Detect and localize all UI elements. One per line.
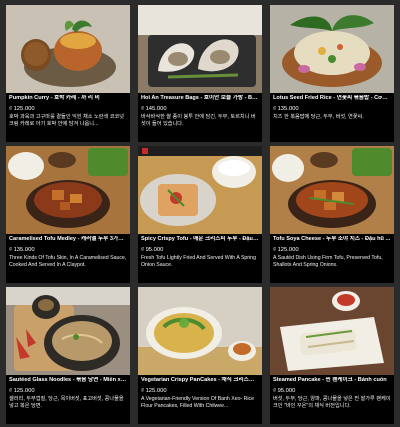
dish-photo[interactable] — [6, 146, 130, 234]
dish-name[interactable]: Tofu Soya Cheese - 두부 소야 치즈 - Đậu hũ ... — [273, 236, 391, 243]
dish-description: 호박 과육과 고구마를 곁들인 익힌 채소 노란색 코코넛 크림 카레로 아기 … — [9, 114, 125, 127]
menu-item-card[interactable]: Spicy Crispy Tofu - 매운 크리스피 두부 - Đậu ...… — [138, 146, 262, 283]
dish-photo[interactable] — [138, 5, 262, 93]
dish-name[interactable]: Sautéed Glass Noodles - 볶음 당면 - Miến xào… — [9, 377, 127, 384]
dish-name[interactable]: Hoi An Treasure Bags - 호이안 보물 가방 - Bao..… — [141, 95, 259, 102]
menu-item-card[interactable]: Tofu Soya Cheese - 두부 소야 치즈 - Đậu hũ ...… — [270, 146, 394, 283]
dish-price: ₫ 125.000 — [273, 247, 299, 253]
dish-price: ₫ 135.000 — [9, 247, 35, 253]
menu-item-card[interactable]: Steamed Pancake - 찐 팬케이크 - Bánh cuốn ₫ 9… — [270, 287, 394, 424]
dish-name[interactable]: Vegetarian Crispy PanCakes - 채식 크리스피 ... — [141, 377, 259, 384]
dish-photo[interactable] — [270, 146, 394, 234]
dish-price: ₫ 145.000 — [141, 106, 167, 112]
dish-photo[interactable] — [6, 287, 130, 375]
dish-price: ₫ 135.000 — [273, 106, 299, 112]
dish-name[interactable]: Caramelised Tofu Medley - 캐러멜 두부 3가지 - .… — [9, 236, 127, 243]
menu-item-card[interactable]: Lotus Seed Fried Rice - 연꽃씨 볶음밥 - Cơm ch… — [270, 5, 394, 142]
dish-description: A Vegetarian-Friendly Version Of Banh Xe… — [141, 396, 255, 409]
dish-description: 바삭바삭한 쌀 종이 봉투 안에 담긴, 두부, 토르치니 버섯이 들어 있습니… — [141, 114, 256, 127]
menu-item-card[interactable]: Vegetarian Crispy PanCakes - 채식 크리스피 ...… — [138, 287, 262, 424]
dish-price: ₫ 95.000 — [141, 247, 164, 253]
dish-name[interactable]: Spicy Crispy Tofu - 매운 크리스피 두부 - Đậu ... — [141, 236, 259, 243]
menu-item-card[interactable]: Sautéed Glass Noodles - 볶음 당면 - Miến xào… — [6, 287, 130, 424]
dish-price: ₫ 95.000 — [273, 388, 296, 394]
dish-name[interactable]: Steamed Pancake - 찐 팬케이크 - Bánh cuốn — [273, 377, 391, 384]
menu-item-card[interactable]: Hoi An Treasure Bags - 호이안 보물 가방 - Bao..… — [138, 5, 262, 142]
dish-description: 치즈 한 볶음밥에 당근, 두부, 버섯, 연꽃씨. — [273, 114, 364, 120]
dish-price: ₫ 125.000 — [141, 388, 167, 394]
dish-photo[interactable] — [270, 287, 394, 375]
dish-description: Three Kinds Of Tofu Skin, In A Caramelis… — [9, 255, 127, 268]
dish-photo[interactable] — [138, 287, 262, 375]
dish-photo[interactable] — [6, 5, 130, 93]
menu-item-card[interactable]: Caramelised Tofu Medley - 캐러멜 두부 3가지 - .… — [6, 146, 130, 283]
dish-description: Fresh Tofu Lightly Fried And Served With… — [141, 255, 256, 268]
dish-description: 버섯, 두부, 당근, 양파, 콩나물을 넣은 찐 쌀가루 팬케이크인 "바인 … — [273, 396, 391, 409]
menu-grid: Pumpkin Curry - 호박 카레 - 까 리 비 ₫ 125.000 … — [0, 0, 400, 427]
dish-photo[interactable] — [270, 5, 394, 93]
dish-photo[interactable] — [138, 146, 262, 234]
dish-description: A Sautéd Dish Using Firm Tofu, Preserved… — [273, 255, 383, 268]
dish-description: 셀러리, 두부껍질, 당근, 목이버섯, 표고버섯, 콩나물을 넣고 볶은 당면… — [9, 396, 124, 409]
dish-price: ₫ 125.000 — [9, 388, 35, 394]
menu-item-card[interactable]: Pumpkin Curry - 호박 카레 - 까 리 비 ₫ 125.000 … — [6, 5, 130, 142]
dish-price: ₫ 125.000 — [9, 106, 35, 112]
dish-name[interactable]: Lotus Seed Fried Rice - 연꽃씨 볶음밥 - Cơm ch… — [273, 95, 391, 102]
dish-name[interactable]: Pumpkin Curry - 호박 카레 - 까 리 비 — [9, 95, 127, 102]
